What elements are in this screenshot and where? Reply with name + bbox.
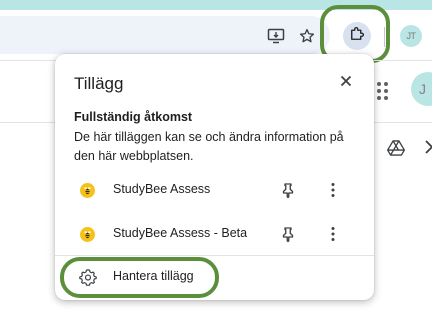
puzzle-icon: [348, 25, 366, 48]
profile-avatar[interactable]: JT: [400, 25, 422, 47]
install-icon[interactable]: [264, 24, 288, 48]
manage-extensions-highlight: [60, 257, 219, 298]
toolbar-separator: [384, 27, 385, 47]
star-icon[interactable]: [295, 24, 319, 48]
extensions-button[interactable]: [343, 22, 371, 50]
pin-icon[interactable]: [279, 181, 297, 199]
chevron-right-icon[interactable]: [424, 137, 432, 157]
more-vert-icon[interactable]: [324, 225, 342, 243]
close-button[interactable]: [335, 72, 357, 94]
bee-icon: [80, 183, 95, 198]
extension-row[interactable]: StudyBee Assess - Beta: [55, 214, 374, 254]
drive-icon[interactable]: [386, 138, 406, 158]
page-avatar[interactable]: J: [411, 72, 432, 106]
page-avatar-initials: J: [419, 81, 426, 97]
section-heading: Fullständig åtkomst: [74, 110, 193, 124]
close-icon: [340, 74, 352, 92]
popup-divider: [55, 255, 374, 256]
extension-row[interactable]: StudyBee Assess: [55, 170, 374, 210]
extension-name: StudyBee Assess - Beta: [113, 226, 248, 240]
popup-title: Tillägg: [74, 74, 124, 93]
more-vert-icon[interactable]: [324, 181, 342, 199]
section-description: De här tilläggen kan se och ändra inform…: [74, 130, 344, 163]
pin-icon[interactable]: [279, 225, 297, 243]
extension-name: StudyBee Assess: [113, 182, 211, 196]
profile-initials: JT: [406, 31, 417, 41]
bee-icon: [80, 227, 95, 242]
